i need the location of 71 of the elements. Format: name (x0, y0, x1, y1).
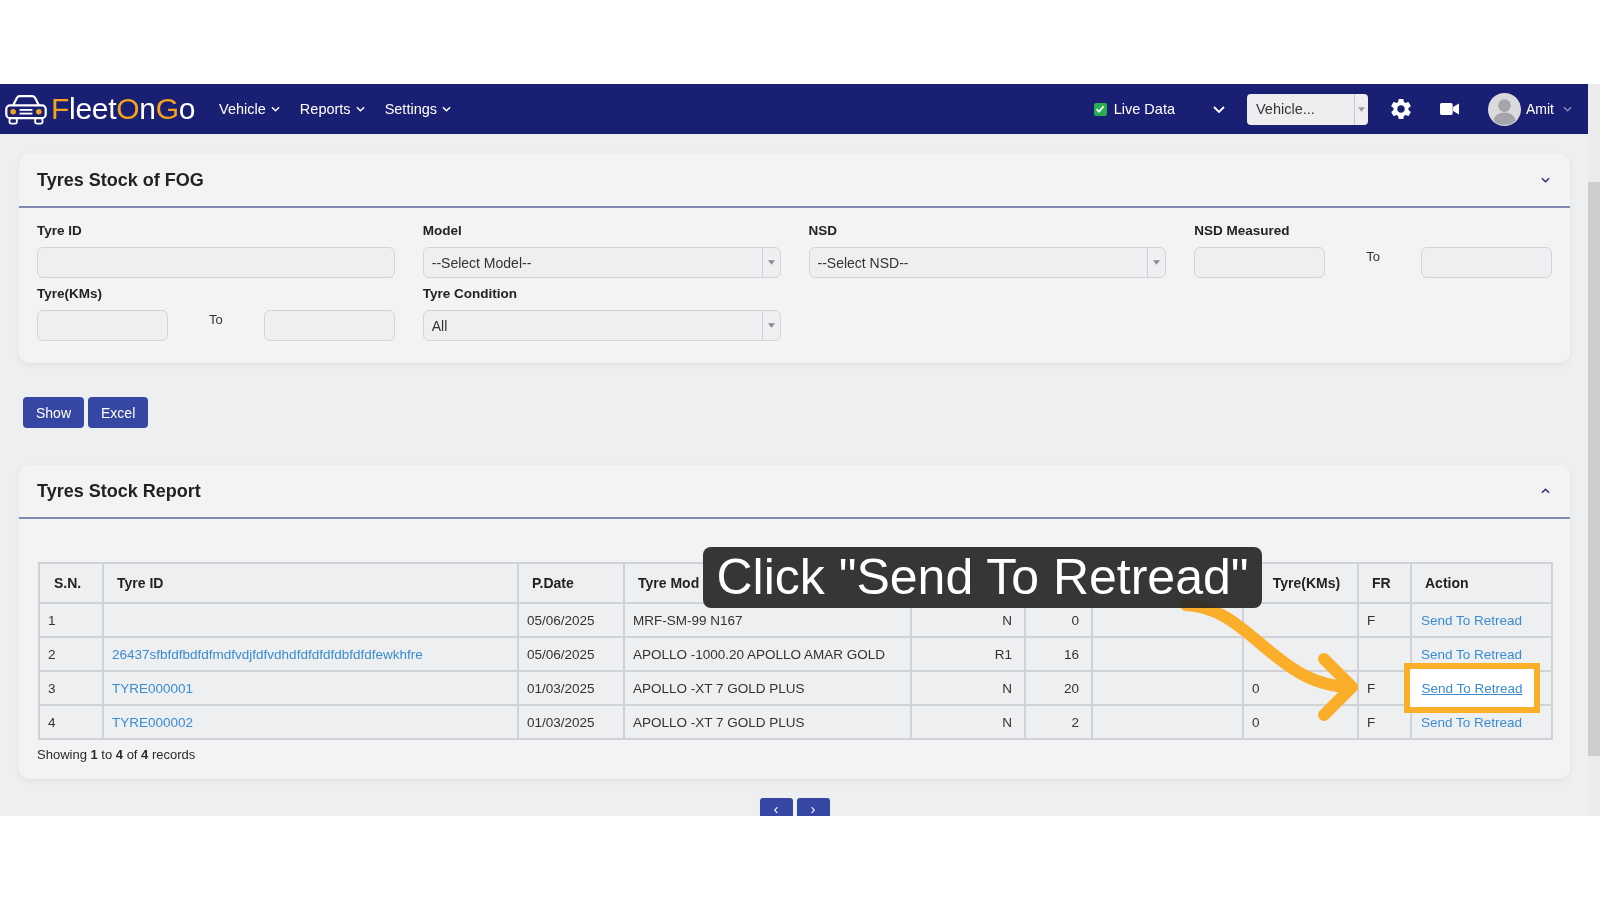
table-cell: 4 (39, 705, 103, 739)
panel-title: Tyres Stock Report (37, 480, 201, 502)
table-cell: 0 (1243, 671, 1358, 705)
user-name[interactable]: Amit (1526, 101, 1554, 117)
records-summary: Showing 1 to 4 of 4 records (37, 746, 196, 764)
show-button[interactable]: Show (23, 397, 85, 428)
table-cell: 2 (39, 637, 103, 671)
field-label: NSD Measured (1194, 222, 1290, 240)
tyre-condition-select[interactable]: All (422, 310, 781, 341)
table-cell: 05/06/2025 (518, 637, 624, 671)
tyre-kms-to-input[interactable] (263, 310, 395, 341)
table-cell: APOLLO -XT 7 GOLD PLUS (624, 705, 911, 739)
caret-icon (767, 323, 775, 328)
previous-page-button[interactable]: ‹ (759, 798, 793, 816)
table-cell: 05/06/2025 (518, 603, 624, 637)
column-header: Action (1411, 563, 1552, 603)
table-cell: F (1358, 603, 1411, 637)
table-cell: APOLLO -1000.20 APOLLO AMAR GOLD (624, 637, 911, 671)
tyre-kms-from-input[interactable] (37, 310, 168, 341)
nsd-select[interactable]: --Select NSD-- (808, 247, 1167, 278)
caret-icon (1153, 260, 1161, 265)
panel-title: Tyres Stock of FOG (37, 169, 204, 191)
chevron-down-icon (442, 106, 452, 112)
chevron-up-icon[interactable] (1541, 488, 1550, 494)
video-camera-icon[interactable] (1440, 103, 1459, 115)
table-cell: 1 (39, 603, 103, 637)
field-label: Tyre ID (37, 222, 82, 240)
live-data-checkbox[interactable] (1093, 102, 1107, 116)
table-cell: 2 (1025, 705, 1092, 739)
car-logo-icon (4, 93, 48, 125)
range-separator: To (208, 311, 224, 327)
field-label: Tyre(KMs) (37, 285, 102, 303)
logo-text: FleetOnGo (51, 91, 196, 127)
table-cell: 3 (39, 671, 103, 705)
caret-icon (767, 260, 775, 265)
live-data-label: Live Data (1113, 101, 1175, 117)
column-header: S.N. (39, 563, 103, 603)
model-select[interactable]: --Select Model-- (422, 247, 781, 278)
column-header: P.Date (518, 563, 624, 603)
table-cell: R1 (911, 637, 1025, 671)
range-separator: To (1365, 248, 1381, 264)
field-label: NSD (808, 222, 837, 240)
column-header: Tyre ID (103, 563, 518, 603)
instruction-callout: Click "Send To Retread" (703, 547, 1262, 608)
field-label: Tyre Condition (422, 285, 517, 303)
table-cell: N (911, 671, 1025, 705)
user-avatar[interactable] (1488, 92, 1521, 126)
settings-icon[interactable] (1391, 99, 1411, 119)
chevron-down-icon[interactable] (1541, 177, 1550, 183)
table-cell: 16 (1025, 637, 1092, 671)
excel-button[interactable]: Excel (88, 397, 149, 428)
nsd-measured-from-input[interactable] (1194, 247, 1326, 278)
column-header: FR (1358, 563, 1411, 603)
scrollbar-thumb[interactable] (1588, 182, 1600, 756)
nav-menu-item[interactable]: Reports (299, 101, 365, 117)
vehicle-select[interactable]: Vehicle... (1247, 93, 1368, 125)
table-cell: 0 (1243, 705, 1358, 739)
nav-menu-item[interactable]: Settings (384, 101, 452, 117)
nav-menu-item[interactable]: Vehicle (219, 101, 280, 117)
table-cell: N (911, 705, 1025, 739)
nsd-measured-to-input[interactable] (1421, 247, 1552, 278)
table-cell: APOLLO -XT 7 GOLD PLUS (624, 671, 911, 705)
table-cell: 01/03/2025 (518, 705, 624, 739)
table-cell: 20 (1025, 671, 1092, 705)
field-label: Model (422, 222, 462, 240)
chevron-down-icon (355, 106, 365, 112)
tyre-id-input[interactable] (37, 247, 395, 278)
chevron-down-icon (270, 106, 280, 112)
table-cell: 01/03/2025 (518, 671, 624, 705)
next-page-button[interactable]: › (796, 798, 830, 816)
caret-icon (1358, 106, 1365, 112)
